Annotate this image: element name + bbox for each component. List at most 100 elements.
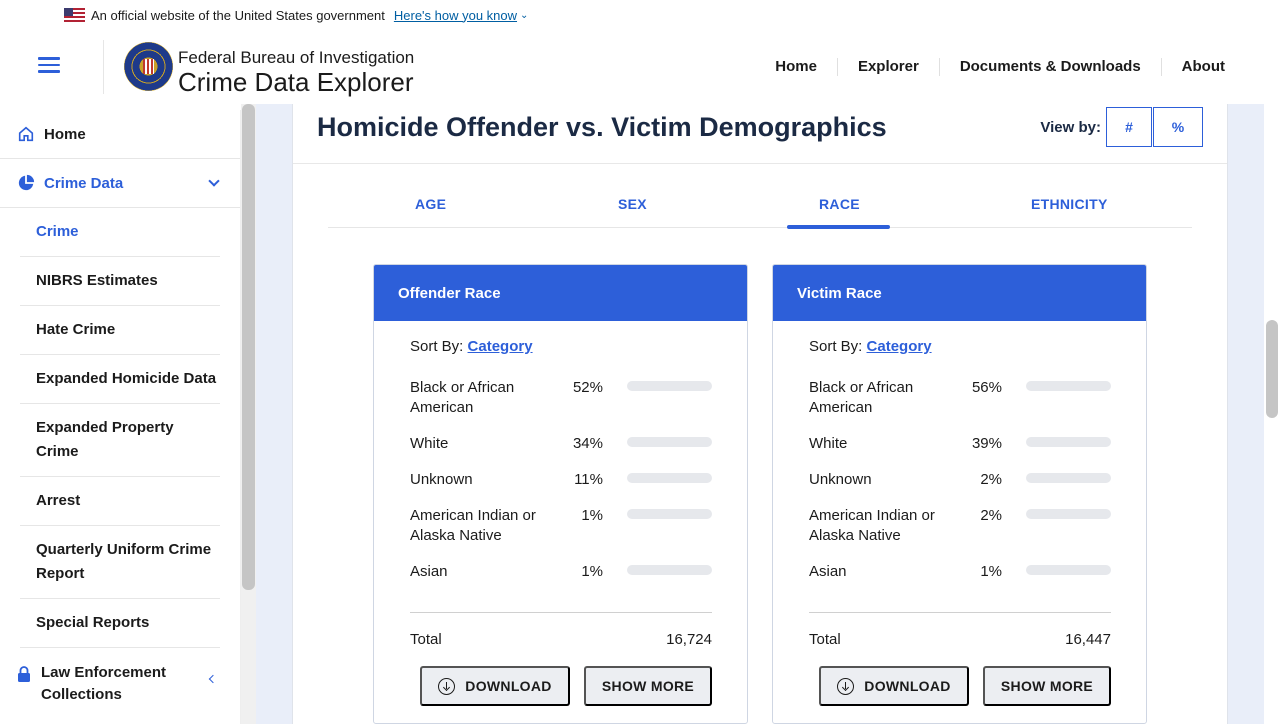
gov-banner: An official website of the United States… (0, 0, 1280, 30)
sort-by-category-link[interactable]: Category (468, 338, 533, 355)
row-category: Black or African American (410, 379, 515, 416)
show-more-button[interactable]: SHOW MORE (983, 666, 1111, 706)
tab-age[interactable]: AGE (415, 196, 446, 212)
percent-bar (1026, 473, 1111, 483)
view-by-percent-button[interactable]: % (1153, 107, 1203, 147)
row-percent: 56% (971, 379, 1002, 396)
download-icon (438, 677, 456, 695)
chevron-down-icon[interactable]: ⌄ (520, 10, 528, 21)
row-category: Black or African American (809, 379, 914, 416)
total-row: Total 16,724 (410, 631, 712, 648)
sidebar-scrollbar[interactable] (241, 104, 256, 724)
download-label: DOWNLOAD (465, 678, 552, 694)
demographics-card: Homicide Offender vs. Victim Demographic… (292, 104, 1228, 724)
victim-race-panel: Victim Race Sort By: Category Black or A… (772, 264, 1147, 724)
lock-icon (18, 666, 30, 682)
active-tab-indicator (787, 225, 890, 229)
title-divider (293, 163, 1227, 164)
nav-explorer[interactable]: Explorer (838, 58, 940, 76)
show-more-button[interactable]: SHOW MORE (584, 666, 712, 706)
nav-documents-downloads[interactable]: Documents & Downloads (940, 58, 1162, 76)
sidebar-item-crime[interactable]: Crime (20, 208, 220, 257)
panel-title: Offender Race (374, 265, 747, 321)
sidebar-item-hate-crime[interactable]: Hate Crime (20, 306, 220, 355)
main-content: Homicide Offender vs. Victim Demographic… (256, 104, 1264, 724)
fbi-seal-logo[interactable] (124, 42, 173, 91)
page-scrollbar-thumb[interactable] (1266, 320, 1278, 418)
panel-title: Victim Race (773, 265, 1146, 321)
sidebar-item-special-reports[interactable]: Special Reports (20, 599, 220, 648)
view-by-toggle: View by: # % (1040, 107, 1203, 147)
total-label: Total (809, 631, 841, 648)
row-percent: 34% (572, 435, 603, 452)
sidebar-item-crime-data[interactable]: Crime Data (0, 159, 240, 208)
sidebar-item-expanded-property[interactable]: Expanded Property Crime (20, 404, 220, 477)
row-category: Asian (410, 563, 448, 580)
brand-site-name: Crime Data Explorer (178, 67, 414, 97)
row-percent: 11% (574, 471, 603, 488)
row-percent: 2% (980, 507, 1002, 524)
row-category: American Indian or Alaska Native (410, 507, 536, 544)
tab-ethnicity[interactable]: ETHNICITY (1031, 196, 1108, 212)
sidebar-item-expanded-homicide[interactable]: Expanded Homicide Data (20, 355, 220, 404)
brand[interactable]: Federal Bureau of Investigation Crime Da… (178, 48, 414, 96)
row-category: Unknown (410, 471, 473, 488)
header-divider (103, 40, 104, 94)
page-title: Homicide Offender vs. Victim Demographic… (317, 112, 887, 142)
row-percent: 2% (980, 471, 1002, 488)
sidebar-item-law-enforcement[interactable]: Law Enforcement Collections (0, 648, 240, 706)
percent-bar (627, 437, 712, 447)
percent-bar (1026, 381, 1111, 391)
download-icon (837, 677, 855, 695)
percent-bar (627, 565, 712, 575)
chevron-left-icon[interactable] (208, 674, 218, 684)
percent-bar (627, 473, 712, 483)
total-divider (410, 612, 712, 613)
sidebar-scrollbar-thumb[interactable] (242, 104, 255, 590)
percent-bar (627, 381, 712, 391)
heres-how-you-know-link[interactable]: Here's how you know (394, 8, 517, 23)
percent-bar (1026, 509, 1111, 519)
demographic-tabs: AGE SEX RACE ETHNICITY (328, 184, 1192, 229)
tab-race[interactable]: RACE (819, 196, 860, 212)
download-label: DOWNLOAD (864, 678, 951, 694)
total-value: 16,724 (666, 631, 712, 648)
view-by-label: View by: (1040, 118, 1101, 136)
sidebar-item-label: Crime Data (44, 174, 124, 192)
download-button[interactable]: DOWNLOAD (819, 666, 969, 706)
sort-by-category-link[interactable]: Category (867, 338, 932, 355)
home-icon (18, 126, 34, 142)
sort-by-label: Sort By: (809, 338, 863, 355)
sort-by: Sort By: Category (410, 338, 533, 355)
percent-bar (1026, 437, 1111, 447)
offender-race-panel: Offender Race Sort By: Category Black or… (373, 264, 748, 724)
view-by-count-button[interactable]: # (1106, 107, 1152, 147)
top-nav: Home Explorer Documents & Downloads Abou… (755, 30, 1280, 104)
row-category: American Indian or Alaska Native (809, 507, 935, 544)
sidebar-item-label: Home (44, 125, 86, 143)
sidebar-item-quarterly-ucr[interactable]: Quarterly Uniform Crime Report (20, 526, 220, 599)
total-value: 16,447 (1065, 631, 1111, 648)
nav-about[interactable]: About (1162, 58, 1280, 76)
total-label: Total (410, 631, 442, 648)
sidebar-item-nibrs-estimates[interactable]: NIBRS Estimates (20, 257, 220, 306)
sort-by: Sort By: Category (809, 338, 932, 355)
hamburger-menu-icon[interactable] (38, 57, 60, 73)
sidebar-item-home[interactable]: Home (0, 110, 240, 159)
download-button[interactable]: DOWNLOAD (420, 666, 570, 706)
total-row: Total 16,447 (809, 631, 1111, 648)
pie-chart-icon (18, 174, 35, 191)
sidebar-item-label: Law Enforcement Collections (41, 664, 167, 703)
tab-sex[interactable]: SEX (618, 196, 647, 212)
row-percent: 52% (572, 379, 603, 396)
nav-home[interactable]: Home (755, 58, 838, 76)
site-header: Federal Bureau of Investigation Crime Da… (0, 30, 1280, 104)
row-percent: 1% (581, 507, 603, 524)
page-scrollbar[interactable] (1264, 104, 1280, 724)
gov-banner-text: An official website of the United States… (91, 7, 385, 23)
sidebar-item-arrest[interactable]: Arrest (20, 477, 220, 526)
chevron-down-icon[interactable] (208, 175, 220, 187)
row-category: Asian (809, 563, 847, 580)
row-category: White (809, 435, 848, 452)
total-divider (809, 612, 1111, 613)
